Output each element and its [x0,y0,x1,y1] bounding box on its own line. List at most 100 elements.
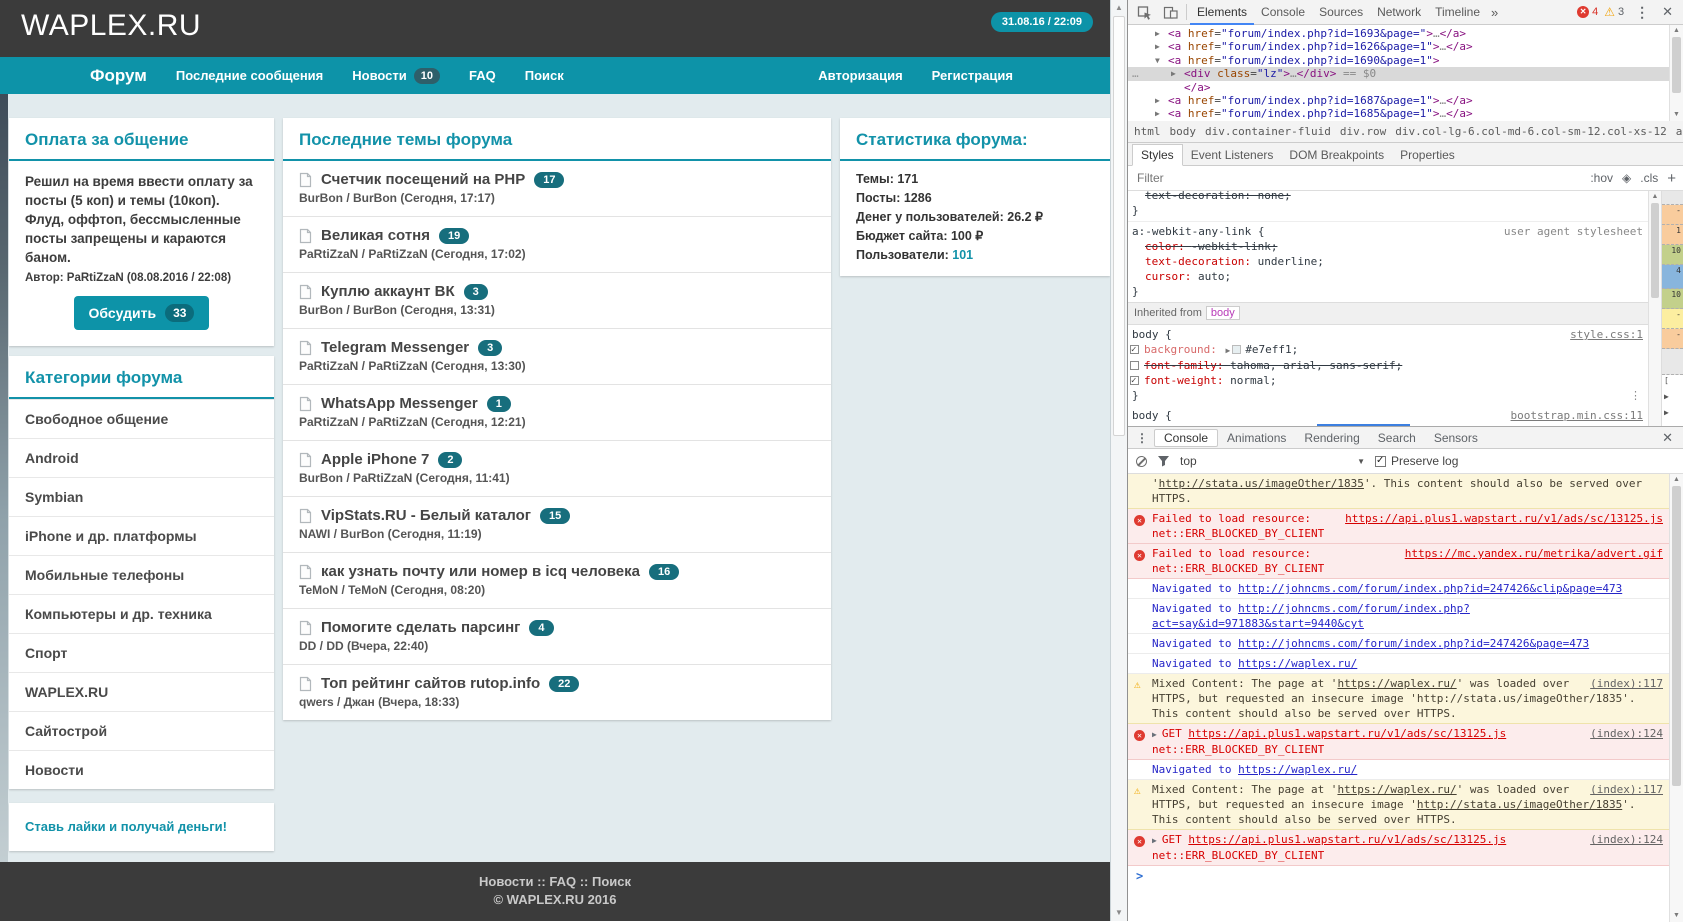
console-close-icon[interactable]: ✕ [1654,430,1681,446]
tab-console[interactable]: Console [1254,0,1312,25]
topic-row[interactable]: VipStats.RU - Белый каталог15NAWI / BurB… [283,496,831,552]
twisty-icon[interactable]: ▶ [1155,107,1160,120]
nav-item[interactable]: FAQ [469,68,496,83]
breadcrumb-item[interactable]: div.col-lg-6.col-md-6.col-sm-12.col-xs-1… [1395,125,1667,138]
hov-toggle[interactable]: :hov [1590,171,1613,185]
category-item[interactable]: Сайтострой [9,711,274,750]
source-location-link[interactable]: (index):124 [1590,726,1663,741]
breadcrumb-item[interactable]: div.row [1340,125,1386,138]
category-item[interactable]: Спорт [9,633,274,672]
inspect-element-icon[interactable] [1131,0,1157,24]
preserve-log-checkbox[interactable] [1375,456,1386,467]
declaration-checkbox[interactable] [1130,361,1139,370]
category-item[interactable]: Мобильные телефоны [9,555,274,594]
twisty-icon[interactable]: ▶ [1155,94,1160,107]
message-link[interactable]: https://api.plus1.wapstart.ru/v1/ads/sc/… [1188,833,1506,846]
styles-filter-input[interactable] [1135,170,1590,186]
expand-icon[interactable]: ▶ [1152,836,1157,845]
message-link[interactable]: https://waplex.ru/ [1337,783,1456,796]
error-count-icon[interactable]: ✕ [1577,6,1589,18]
cls-toggle[interactable]: .cls [1640,171,1658,185]
message-link[interactable]: http://stata.us/imageOther/1835 [1417,798,1622,811]
elements-tree-node[interactable]: ▶<a href="forum/index.php?id=1685&page=1… [1128,107,1669,120]
nav-item[interactable]: Регистрация [932,68,1013,83]
new-style-rule-icon[interactable]: + [1667,170,1676,187]
tab-console-drawer[interactable]: Console [1154,429,1218,447]
topic-row[interactable]: Куплю аккаунт ВК3BurBon / BurBon (Сегодн… [283,272,831,328]
category-item[interactable]: iPhone и др. платформы [9,516,274,555]
console-prompt[interactable]: > [1128,866,1669,886]
twisty-icon[interactable]: ▶ [1171,67,1176,80]
clear-console-icon[interactable] [1136,456,1147,467]
devtools-menu-icon[interactable]: ⋮ [1629,4,1655,21]
execution-context-select[interactable]: top ▼ [1180,454,1365,468]
elements-scrollbar[interactable]: ▲ ▼ [1669,25,1683,121]
nav-item[interactable]: Последние сообщения [176,68,323,83]
tab-network[interactable]: Network [1370,0,1428,25]
message-link[interactable]: https://mc.yandex.ru/metrika/advert.gif [1405,546,1663,561]
twisty-icon[interactable]: ▶ [1155,27,1160,40]
topic-row[interactable]: WhatsApp Messenger1PaRtiZzaN / PaRtiZzaN… [283,384,831,440]
element-state-icon[interactable]: ◈ [1622,171,1631,185]
elements-tree-node[interactable]: …▶<div class="lz">…</div> == $0 [1128,67,1669,80]
tab-styles[interactable]: Styles [1132,144,1183,166]
elements-tree-node[interactable]: ▶<a href="forum/index.php?id=1693&page="… [1128,27,1669,40]
breadcrumb-item[interactable]: a [1676,125,1683,138]
tab-timeline[interactable]: Timeline [1428,0,1487,25]
category-item[interactable]: Новости [9,750,274,789]
message-link[interactable]: https://waplex.ru/ [1337,677,1456,690]
footer-links[interactable]: Новости :: FAQ :: Поиск [0,874,1110,889]
tab-search[interactable]: Search [1369,430,1425,446]
elements-tree-node[interactable]: ▼<a href="forum/index.php?id=1690&page=1… [1128,54,1669,67]
declaration-checkbox[interactable] [1130,376,1139,385]
scroll-up-icon[interactable]: ▲ [1111,1,1127,15]
nav-item[interactable]: Поиск [525,68,564,83]
category-item[interactable]: Symbian [9,477,274,516]
page-scrollbar-thumb[interactable] [1113,16,1125,436]
source-location-link[interactable]: (index):117 [1590,676,1663,691]
likes-link[interactable]: Ставь лайки и получай деньги! [25,819,227,834]
tab-rendering[interactable]: Rendering [1295,430,1368,446]
elements-tree-node[interactable]: ▶<a href="forum/index.php?id=1626&page=1… [1128,40,1669,53]
console-scrollbar[interactable]: ▲ ▼ [1669,474,1683,922]
scroll-down-icon[interactable]: ▼ [1670,910,1683,922]
discuss-button[interactable]: Обсудить 33 [74,296,210,330]
scroll-down-icon[interactable]: ▼ [1670,109,1683,121]
tab-animations[interactable]: Animations [1218,430,1295,446]
topic-row[interactable]: Помогите сделать парсинг4DD / DD (Вчера,… [283,608,831,664]
elements-tree-node[interactable]: </a> [1128,81,1669,94]
twisty-icon[interactable]: ▼ [1155,54,1160,67]
warning-count-icon[interactable]: ⚠ [1604,6,1615,18]
message-link[interactable]: http://johncms.com/forum/index.php?id=24… [1238,637,1589,650]
console-menu-icon[interactable]: ⋮ [1130,431,1154,445]
breadcrumb-item[interactable]: body [1170,125,1197,138]
device-toolbar-icon[interactable] [1157,0,1183,24]
more-tabs-icon[interactable]: » [1487,5,1502,20]
message-link[interactable]: http://johncms.com/forum/index.php?id=24… [1238,582,1622,595]
nav-item[interactable]: Авторизация [818,68,902,83]
breadcrumb-item[interactable]: div.container-fluid [1205,125,1331,138]
category-item[interactable]: WAPLEX.RU [9,672,274,711]
filter-icon[interactable] [1157,455,1170,467]
tab-elements[interactable]: Elements [1190,0,1254,25]
topic-row[interactable]: как узнать почту или номер в icq человек… [283,552,831,608]
tab-dom-breakpoints[interactable]: DOM Breakpoints [1281,145,1392,165]
node-link[interactable]: body [1206,306,1240,320]
twisty-icon[interactable]: ▶ [1155,40,1160,53]
source-location-link[interactable]: (index):117 [1590,782,1663,797]
scroll-up-icon[interactable]: ▲ [1649,191,1661,203]
topic-row[interactable]: Счетчик посещений на PHP17BurBon / BurBo… [283,161,831,216]
breadcrumb-item[interactable]: html [1134,125,1161,138]
topic-row[interactable]: Apple iPhone 72BurBon / PaRtiZzaN (Сегод… [283,440,831,496]
topic-row[interactable]: Топ рейтинг сайтов rutop.info22qwers / Д… [283,664,831,720]
category-item[interactable]: Компьютеры и др. техника [9,594,274,633]
styles-scrollbar-thumb[interactable] [1651,203,1659,298]
console-scrollbar-thumb[interactable] [1672,486,1681,786]
elements-tree-node[interactable]: ▶<a href="forum/index.php?id=1687&page=1… [1128,94,1669,107]
source-location-link[interactable]: (index):124 [1590,832,1663,847]
declaration-checkbox[interactable] [1130,345,1139,354]
stat-value[interactable]: 101 [952,248,973,262]
page-scrollbar[interactable]: ▲ ▼ [1110,0,1127,921]
stylesheet-origin[interactable]: style.css:1 [1570,327,1648,342]
topic-row[interactable]: Telegram Messenger3PaRtiZzaN / PaRtiZzaN… [283,328,831,384]
